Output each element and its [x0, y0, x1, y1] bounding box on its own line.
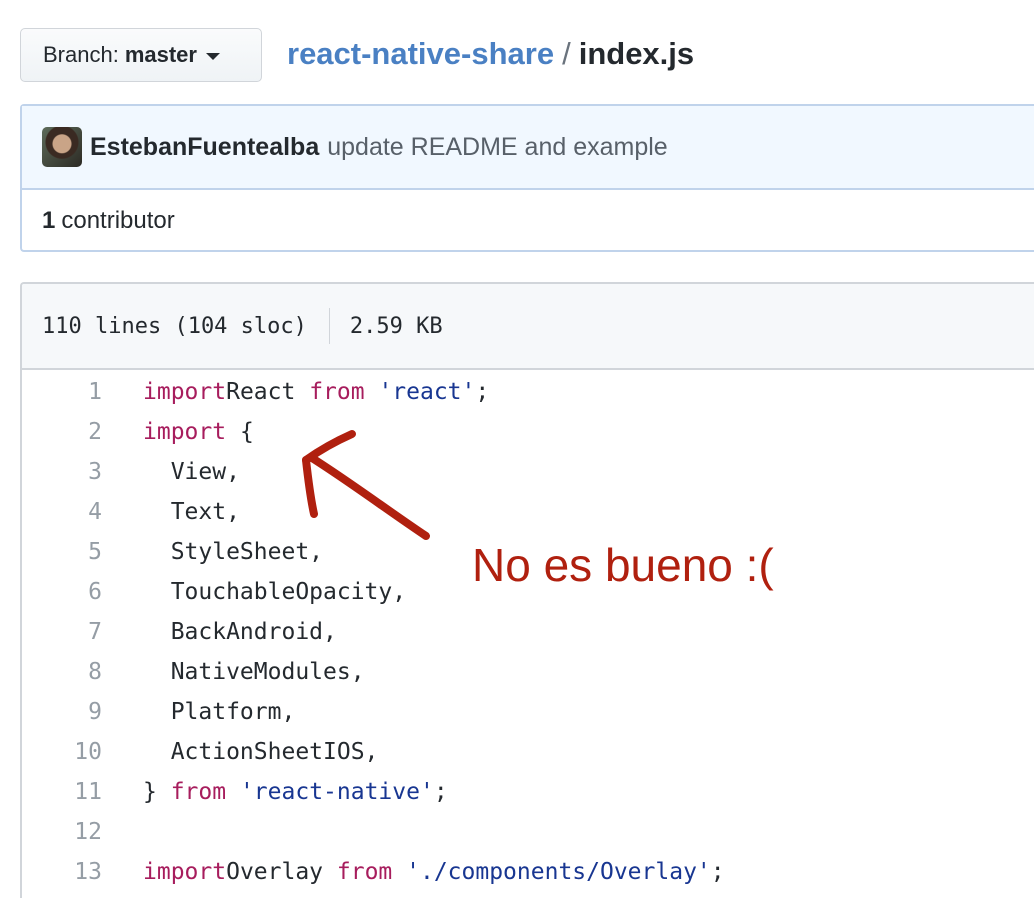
- line-code: TouchableOpacity,: [102, 572, 406, 612]
- line-number[interactable]: 9: [22, 692, 102, 732]
- line-code: Platform,: [102, 692, 296, 732]
- contributor-count: 1: [42, 207, 56, 234]
- line-code: NativeModules,: [102, 652, 365, 692]
- code-line: 7 BackAndroid,: [22, 612, 1034, 652]
- line-code: } from 'react-native';: [102, 772, 448, 812]
- line-number[interactable]: 11: [22, 772, 102, 812]
- breadcrumb: react-native-share / index.js: [287, 34, 694, 74]
- file-name: index.js: [578, 36, 695, 71]
- line-number[interactable]: 10: [22, 732, 102, 772]
- line-code: BackAndroid,: [102, 612, 337, 652]
- file-info-divider: [328, 308, 330, 344]
- code-text: React: [226, 379, 310, 405]
- line-number[interactable]: 6: [22, 572, 102, 612]
- code-line: 4 Text,: [22, 492, 1034, 532]
- code-text: {: [226, 419, 254, 445]
- line-number[interactable]: 2: [22, 412, 102, 452]
- code-line: 3 View,: [22, 452, 1034, 492]
- page: Branch: master react-native-share / index.…: [0, 0, 1034, 898]
- code-text: View,: [143, 459, 240, 485]
- line-number[interactable]: 5: [22, 532, 102, 572]
- annotation-arrow-icon: [302, 430, 430, 540]
- code-line: 13 importOverlay from './components/Overl…: [22, 852, 1034, 892]
- code-keyword: from: [336, 859, 393, 885]
- branch-select-button[interactable]: Branch: master: [20, 28, 262, 82]
- line-number[interactable]: 4: [22, 492, 102, 532]
- code-view: 1 importReact from 'react'; 2 import {3 Vie…: [22, 370, 1034, 892]
- code-string: 'react-native': [239, 779, 434, 805]
- code-line: 2 import {: [22, 412, 1034, 452]
- commit-box: EstebanFuentealba update README and exam…: [20, 104, 1034, 252]
- code-text: Overlay: [226, 859, 337, 885]
- line-code: Text,: [102, 492, 240, 532]
- code-text: TouchableOpacity,: [143, 579, 407, 605]
- code-line: 9 Platform,: [22, 692, 1034, 732]
- code-text: ;: [710, 859, 725, 885]
- line-number[interactable]: 12: [22, 812, 102, 852]
- line-code: import {: [102, 412, 254, 452]
- code-text: ;: [475, 379, 490, 405]
- code-string: './components/Overlay': [406, 859, 711, 885]
- code-text: BackAndroid,: [143, 619, 337, 645]
- repo-link[interactable]: react-native-share: [287, 36, 554, 71]
- breadcrumb-separator: /: [562, 36, 571, 71]
- code-text: Text,: [143, 499, 240, 525]
- file-line-count: 110 lines (104 sloc): [42, 313, 307, 339]
- code-text: ActionSheetIOS,: [143, 739, 379, 765]
- code-keyword: import: [143, 419, 227, 445]
- code-keyword: import: [143, 859, 227, 885]
- line-number[interactable]: 13: [22, 852, 102, 892]
- code-text: ;: [433, 779, 448, 805]
- caret-down-icon: [205, 52, 220, 60]
- code-keyword: from: [309, 379, 365, 405]
- file-size: 2.59 KB: [349, 313, 443, 339]
- code-string: 'react': [378, 379, 476, 405]
- branch-name-label: master: [124, 42, 197, 67]
- branch-prefix-label: Branch:: [43, 42, 119, 67]
- latest-commit: EstebanFuentealba update README and exam…: [22, 106, 1034, 190]
- line-number[interactable]: 7: [22, 612, 102, 652]
- commit-message-link[interactable]: update README and example: [327, 133, 667, 162]
- annotation-text: No es bueno :(: [472, 539, 774, 591]
- code-line: 11} from 'react-native';: [22, 772, 1034, 812]
- line-number[interactable]: 3: [22, 452, 102, 492]
- contributors-summary[interactable]: 1 contributor: [22, 190, 1034, 252]
- code-line: 8 NativeModules,: [22, 652, 1034, 692]
- code-keyword: import: [143, 379, 227, 405]
- line-code: importOverlay from './components/Overlay…: [102, 852, 725, 892]
- commit-author-link[interactable]: EstebanFuentealba: [90, 133, 319, 162]
- code-text: Platform,: [143, 699, 296, 725]
- file-info-header: 110 lines (104 sloc) 2.59 KB: [22, 284, 1034, 370]
- code-line: 1 importReact from 'react';: [22, 372, 1034, 412]
- code-line: 12: [22, 812, 1034, 852]
- contributor-label: contributor: [61, 207, 175, 234]
- line-code: ActionSheetIOS,: [102, 732, 379, 772]
- code-line: 10 ActionSheetIOS,: [22, 732, 1034, 772]
- code-text: NativeModules,: [143, 659, 365, 685]
- line-code: importReact from 'react';: [102, 372, 489, 412]
- code-keyword: from: [170, 779, 227, 805]
- line-code: View,: [102, 452, 240, 492]
- author-avatar[interactable]: [42, 127, 82, 167]
- line-number[interactable]: 1: [22, 372, 102, 412]
- code-text: }: [143, 779, 171, 805]
- line-number[interactable]: 8: [22, 652, 102, 692]
